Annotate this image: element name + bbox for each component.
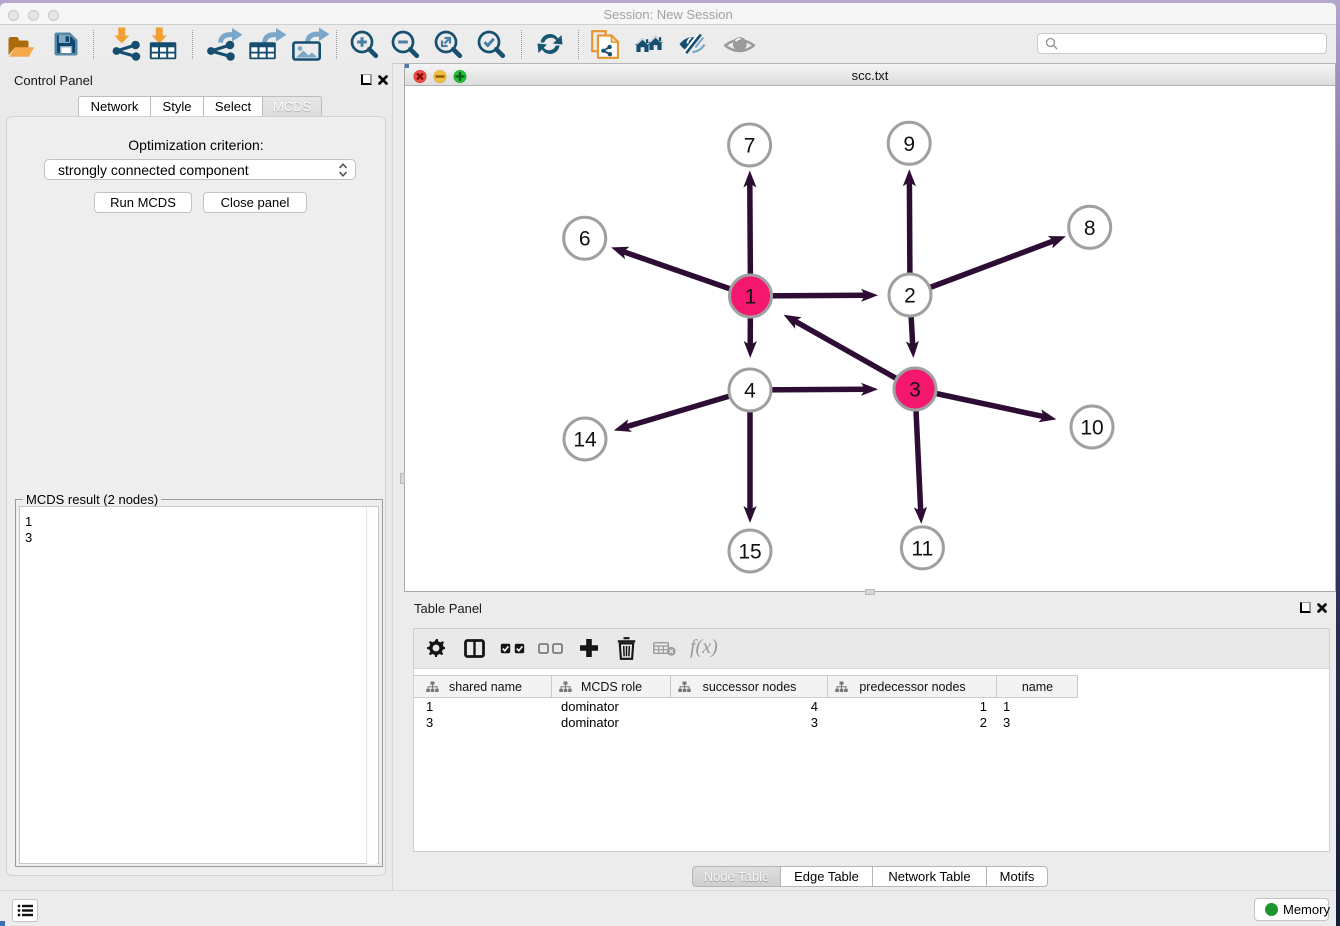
svg-text:15: 15 xyxy=(738,541,761,564)
svg-text:2: 2 xyxy=(904,285,916,308)
svg-text:8: 8 xyxy=(1084,217,1096,240)
svg-text:14: 14 xyxy=(573,429,597,452)
svg-text:10: 10 xyxy=(1080,417,1103,440)
svg-text:1: 1 xyxy=(745,286,757,309)
svg-text:11: 11 xyxy=(911,537,933,560)
svg-text:6: 6 xyxy=(579,228,591,251)
svg-text:4: 4 xyxy=(744,380,756,403)
svg-text:7: 7 xyxy=(744,135,756,158)
svg-text:9: 9 xyxy=(903,133,915,156)
svg-text:3: 3 xyxy=(909,379,921,402)
